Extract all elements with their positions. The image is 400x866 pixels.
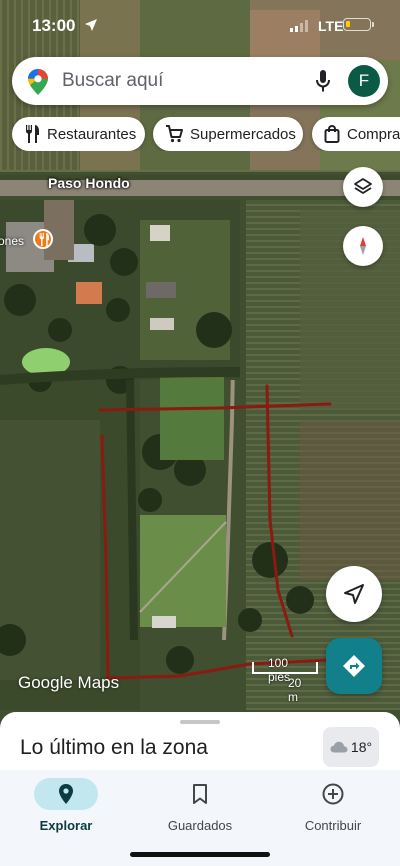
- explore-pin-icon: [59, 784, 73, 804]
- chip-label: Restaurantes: [47, 125, 137, 143]
- status-bar: 13:00 LTE: [0, 0, 400, 52]
- sheet-handle[interactable]: [180, 720, 220, 724]
- restaurant-icon: [26, 125, 39, 143]
- microphone-icon[interactable]: [315, 70, 331, 92]
- chip-restaurantes[interactable]: Restaurantes: [12, 117, 145, 151]
- network-type: LTE: [318, 18, 344, 34]
- road-label: Paso Hondo: [48, 175, 130, 191]
- nav-explorar[interactable]: Explorar: [6, 778, 126, 833]
- shopping-cart-icon: [166, 125, 183, 143]
- poi-label: ones: [0, 234, 25, 248]
- nav-label: Explorar: [39, 818, 93, 833]
- restaurant-poi-marker[interactable]: [33, 229, 53, 249]
- chip-label: Compras: [347, 125, 400, 143]
- nav-label: Guardados: [167, 818, 233, 833]
- status-time: 13:00: [32, 16, 76, 35]
- restaurant-icon: [39, 233, 50, 246]
- account-avatar[interactable]: F: [348, 65, 380, 97]
- scale-feet: 100 pies: [268, 656, 291, 684]
- search-bar[interactable]: Buscar aquí F: [12, 57, 388, 105]
- layers-button[interactable]: [343, 167, 383, 207]
- google-maps-logo: Google Maps: [18, 673, 120, 692]
- nav-guardados[interactable]: Guardados: [140, 778, 260, 833]
- nav-contribuir[interactable]: Contribuir: [273, 778, 393, 833]
- search-input[interactable]: Buscar aquí: [62, 70, 163, 92]
- compass-button[interactable]: [343, 226, 383, 266]
- compass-icon: [360, 237, 366, 255]
- category-chips: Restaurantes Supermercados Compras: [12, 117, 400, 151]
- bookmark-icon: [193, 784, 207, 804]
- home-indicator: [130, 852, 270, 857]
- signal-icon: [290, 20, 308, 32]
- layers-icon: [354, 178, 372, 194]
- directions-icon: [343, 655, 365, 677]
- google-maps-pin-icon: [28, 69, 48, 95]
- scale-meters: 20 m: [288, 676, 302, 704]
- weather-chip[interactable]: 18°: [323, 727, 379, 767]
- weather-temperature: 18°: [350, 739, 373, 755]
- cloud-icon: [330, 741, 348, 753]
- chip-label: Supermercados: [190, 125, 296, 143]
- navigation-arrow-icon: [344, 584, 364, 604]
- add-circle-icon: [322, 783, 344, 805]
- directions-button[interactable]: [326, 638, 382, 694]
- chip-supermercados[interactable]: Supermercados: [153, 117, 303, 151]
- chip-compras[interactable]: Compras: [312, 117, 400, 151]
- battery-icon: [343, 18, 374, 31]
- my-location-button[interactable]: [326, 566, 382, 622]
- sheet-title: Lo último en la zona: [20, 736, 208, 759]
- location-arrow-icon: [85, 19, 97, 31]
- shopping-bag-icon: [324, 125, 340, 143]
- nav-label: Contribuir: [304, 818, 362, 833]
